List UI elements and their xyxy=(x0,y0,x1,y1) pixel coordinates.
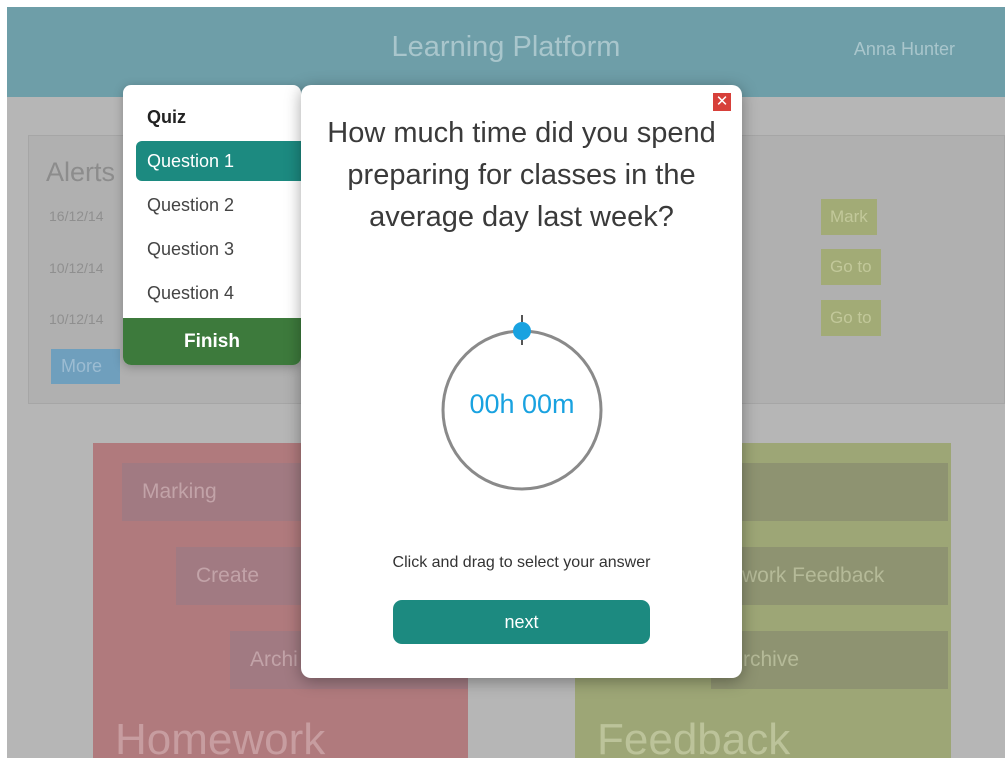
alert-mark-button[interactable]: Mark xyxy=(821,199,877,235)
feedback-item[interactable] xyxy=(735,463,948,521)
time-dial[interactable] xyxy=(301,85,742,545)
alert-goto-button[interactable]: Go to xyxy=(821,249,881,285)
dial-value: 00h 00m xyxy=(469,389,575,419)
alert-date: 10/12/14 xyxy=(49,260,104,276)
question-2-item[interactable]: Question 2 xyxy=(136,185,301,225)
homework-label: Homework xyxy=(115,715,326,758)
quiz-sidebar: Quiz Question 1 Question 2 Question 3 Qu… xyxy=(123,85,301,365)
alert-date: 10/12/14 xyxy=(49,311,104,327)
finish-button[interactable]: Finish xyxy=(123,318,301,365)
question-4-item[interactable]: Question 4 xyxy=(136,273,301,313)
quiz-heading: Quiz xyxy=(147,107,186,127)
instruction-text: Click and drag to select your answer xyxy=(392,554,651,571)
user-name[interactable]: Anna Hunter xyxy=(854,39,955,60)
question-3-item[interactable]: Question 3 xyxy=(136,229,301,269)
alert-goto-button[interactable]: Go to xyxy=(821,300,881,336)
next-button[interactable]: next xyxy=(393,600,650,644)
dial-handle[interactable] xyxy=(513,322,531,340)
feedback-label: Feedback xyxy=(597,715,791,758)
question-1-item[interactable]: Question 1 xyxy=(136,141,301,181)
alerts-title: Alerts xyxy=(46,157,116,187)
marking-link[interactable]: Marking xyxy=(122,463,302,521)
more-button[interactable]: More xyxy=(51,349,120,384)
quiz-question-modal: ✕ How much time did you spend preparing … xyxy=(301,85,742,678)
top-bar: Learning Platform Anna Hunter xyxy=(7,7,1005,97)
create-link[interactable]: Create xyxy=(176,547,306,605)
feedback-archive-link[interactable]: rchive xyxy=(711,631,948,689)
alert-date: 16/12/14 xyxy=(49,208,104,224)
homework-feedback-link[interactable]: work Feedback xyxy=(710,547,948,605)
